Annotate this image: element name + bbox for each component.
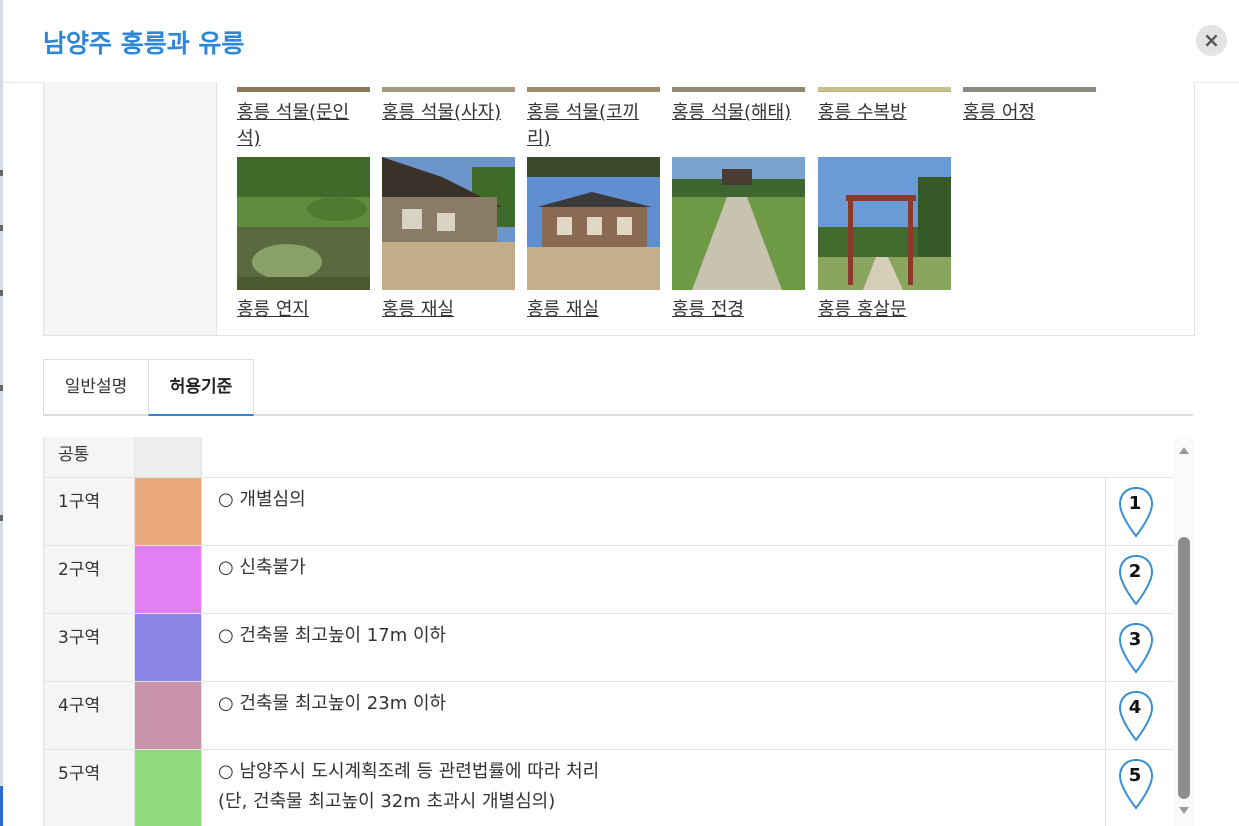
- dialog: 남양주 홍릉과 유릉 × 홍릉 석물(문인 석) 홍릉 석물(사자) 홍릉 석물…: [3, 0, 1239, 826]
- photo-gallery: 홍릉 석물(문인 석) 홍릉 석물(사자) 홍릉 석물(코끼 리) 홍릉 석물(…: [43, 82, 1195, 336]
- gallery-thumb[interactable]: [818, 82, 951, 92]
- map-pin-icon[interactable]: 2: [1118, 554, 1156, 606]
- gallery-caption[interactable]: 홍릉 연지: [237, 297, 375, 323]
- gallery-thumb[interactable]: [527, 82, 660, 92]
- table-row: 공통: [44, 437, 1174, 478]
- zone-color-swatch: [134, 546, 202, 613]
- gallery-caption[interactable]: 홍릉 홍살문: [818, 297, 956, 323]
- criteria-table: 공통 1구역 ○ 개별심의 1 2구역 ○ 신축불가 2 3구역 ○ 건축물 최…: [43, 437, 1174, 826]
- close-icon: ×: [1203, 28, 1220, 52]
- zone-label: 5구역: [44, 750, 134, 826]
- gallery-thumb-jaesil-1[interactable]: [382, 157, 515, 290]
- marker-number: 4: [1128, 697, 1142, 718]
- gallery-thumb[interactable]: [672, 82, 805, 92]
- zone-label: 4구역: [44, 682, 134, 749]
- tab-general-description[interactable]: 일반설명: [43, 359, 149, 414]
- arrow-down-icon[interactable]: [1179, 807, 1189, 814]
- table-row: 4구역 ○ 건축물 최고높이 23m 이하 4: [44, 682, 1174, 750]
- close-button[interactable]: ×: [1196, 25, 1227, 56]
- gallery-thumb[interactable]: [963, 82, 1096, 92]
- map-pin-icon[interactable]: 1: [1118, 486, 1156, 538]
- tab-bar: 일반설명 허용기준: [43, 359, 1193, 416]
- gallery-caption[interactable]: 홍릉 어정: [963, 100, 1101, 126]
- zone-description: ○ 건축물 최고높이 17m 이하: [218, 625, 447, 646]
- zone-color-swatch: [134, 437, 202, 477]
- marker-number: 3: [1128, 629, 1142, 650]
- zone-description: ○ 신축불가: [218, 557, 306, 578]
- zone-description: ○ 개별심의: [218, 489, 306, 510]
- scrollbar-thumb[interactable]: [1178, 537, 1190, 799]
- gallery-thumb[interactable]: [382, 82, 515, 92]
- gallery-thumb-pond[interactable]: [237, 157, 370, 290]
- gallery-caption[interactable]: 홍릉 재실: [382, 297, 520, 323]
- gallery-caption[interactable]: 홍릉 석물(문인 석): [237, 100, 375, 152]
- table-row: 3구역 ○ 건축물 최고높이 17m 이하 3: [44, 614, 1174, 682]
- gallery-caption[interactable]: 홍릉 석물(코끼 리): [527, 100, 665, 152]
- marker-number: 5: [1128, 765, 1142, 786]
- zone-label: 2구역: [44, 546, 134, 613]
- gallery-label-cell: [44, 82, 217, 335]
- zone-label: 1구역: [44, 478, 134, 545]
- gallery-caption[interactable]: 홍릉 석물(해태): [672, 100, 810, 126]
- gallery-thumb-hongsalmun[interactable]: [818, 157, 951, 290]
- marker-cell: 3: [1105, 614, 1174, 681]
- map-pin-icon[interactable]: 4: [1118, 690, 1156, 742]
- gallery-caption[interactable]: 홍릉 재실: [527, 297, 665, 323]
- zone-label: 공통: [44, 437, 134, 477]
- dialog-title: 남양주 홍릉과 유릉: [43, 29, 245, 58]
- gallery-thumb[interactable]: [237, 82, 370, 92]
- marker-cell: 5: [1105, 750, 1174, 826]
- gallery-caption[interactable]: 홍릉 수복방: [818, 100, 956, 126]
- marker-number: 1: [1128, 493, 1142, 514]
- zone-label: 3구역: [44, 614, 134, 681]
- table-scrollbar[interactable]: [1174, 437, 1194, 826]
- marker-cell: 4: [1105, 682, 1174, 749]
- table-row: 1구역 ○ 개별심의 1: [44, 478, 1174, 546]
- marker-cell: 2: [1105, 546, 1174, 613]
- table-row: 2구역 ○ 신축불가 2: [44, 546, 1174, 614]
- marker-number: 2: [1128, 561, 1142, 582]
- zone-color-swatch: [134, 750, 202, 826]
- arrow-up-icon[interactable]: [1179, 447, 1189, 454]
- table-row: 5구역 ○ 남양주시 도시계획조례 등 관련법률에 따라 처리 (단, 건축물 …: [44, 750, 1174, 826]
- zone-description: ○ 남양주시 도시계획조례 등 관련법률에 따라 처리 (단, 건축물 최고높이…: [218, 761, 600, 812]
- gallery-caption[interactable]: 홍릉 석물(사자): [382, 100, 520, 126]
- map-pin-icon[interactable]: 5: [1118, 758, 1156, 810]
- map-pin-icon[interactable]: 3: [1118, 622, 1156, 674]
- zone-color-swatch: [134, 614, 202, 681]
- zone-color-swatch: [134, 682, 202, 749]
- zone-description: ○ 건축물 최고높이 23m 이하: [218, 693, 447, 714]
- tab-permitted-standards[interactable]: 허용기준: [148, 359, 254, 416]
- dialog-header: 남양주 홍릉과 유릉 ×: [3, 0, 1239, 83]
- gallery-thumb-jaesil-2[interactable]: [527, 157, 660, 290]
- gallery-thumb-panorama[interactable]: [672, 157, 805, 290]
- marker-cell: 1: [1105, 478, 1174, 545]
- gallery-caption[interactable]: 홍릉 전경: [672, 297, 810, 323]
- zone-color-swatch: [134, 478, 202, 545]
